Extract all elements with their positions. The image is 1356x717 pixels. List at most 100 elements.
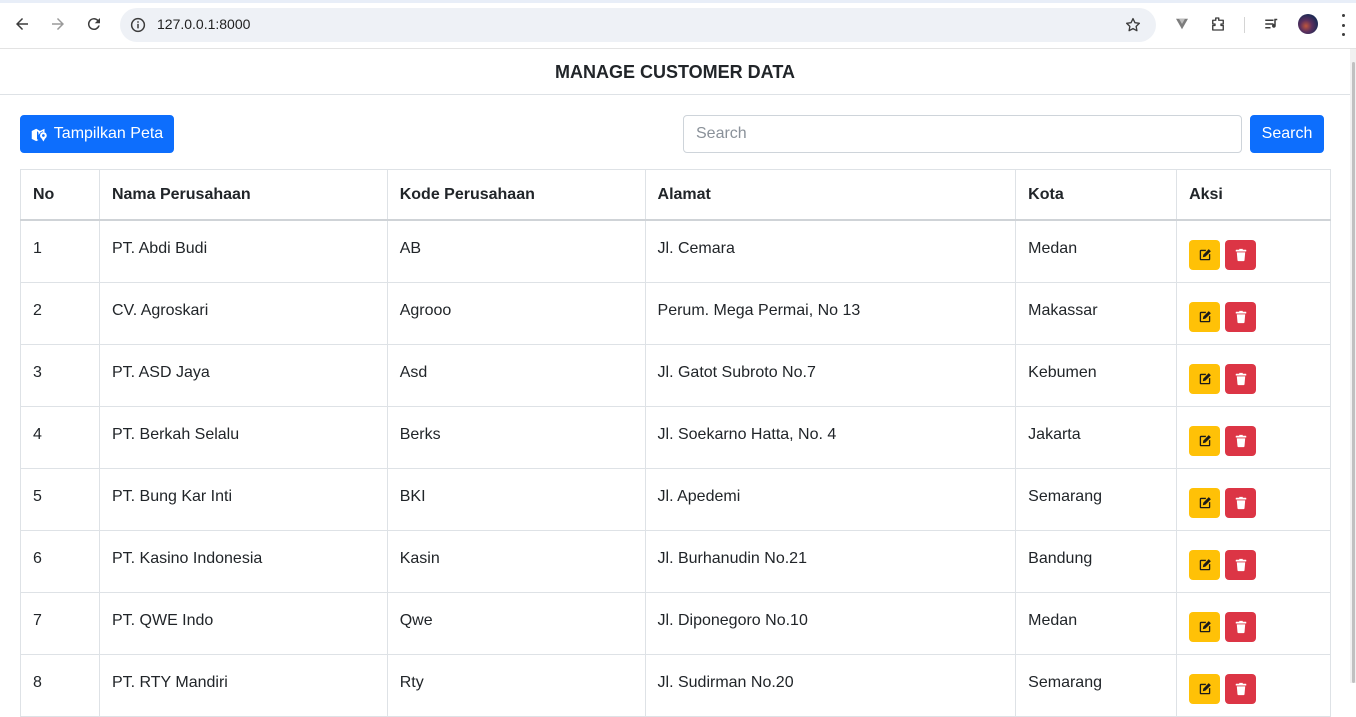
- table-row: 3 PT. ASD Jaya Asd Jl. Gatot Subroto No.7 Ke…: [20, 344, 1331, 407]
- map-icon: [31, 128, 47, 142]
- cell-alamat: Jl. Apedemi: [644, 468, 1017, 531]
- delete-button[interactable]: [1225, 673, 1257, 704]
- table-row: 4 PT. Berkah Selalu Berks Jl. Soekarno Hatt…: [20, 406, 1331, 469]
- browser-menu-icon[interactable]: [1336, 14, 1350, 36]
- cell-kota: Jakarta: [1015, 406, 1178, 469]
- cell-no: 1: [20, 219, 100, 283]
- browser-toolbar: 127.0.0.1:8000: [0, 0, 1356, 49]
- scrollbar-thumb[interactable]: [1352, 62, 1355, 683]
- edit-icon: [1199, 248, 1211, 260]
- trash-icon: [1235, 620, 1246, 633]
- cell-kota: Kebumen: [1015, 344, 1178, 407]
- cell-kode-perusahaan: Rty: [386, 654, 646, 717]
- toolbar-divider: [1244, 17, 1245, 33]
- cell-nama-perusahaan: PT. Bung Kar Inti: [98, 468, 388, 531]
- edit-icon: [1199, 496, 1211, 508]
- cell-kota: Medan: [1015, 592, 1178, 655]
- profile-avatar[interactable]: [1298, 14, 1318, 34]
- cell-kota: Semarang: [1015, 468, 1178, 531]
- delete-button[interactable]: [1225, 487, 1257, 518]
- cell-nama-perusahaan: PT. QWE Indo: [98, 592, 388, 655]
- edit-button[interactable]: [1189, 363, 1221, 394]
- cell-kode-perusahaan: AB: [386, 219, 646, 283]
- trash-icon: [1235, 434, 1246, 447]
- cell-kode-perusahaan: BKI: [386, 468, 646, 531]
- col-header-alamat: Alamat: [644, 169, 1017, 221]
- delete-button[interactable]: [1225, 425, 1257, 456]
- delete-button[interactable]: [1225, 363, 1257, 394]
- delete-button[interactable]: [1225, 549, 1257, 580]
- cell-no: 5: [20, 468, 100, 531]
- media-queue-icon[interactable]: [1262, 14, 1282, 34]
- edit-button[interactable]: [1189, 611, 1221, 642]
- extensions-puzzle-icon[interactable]: [1208, 14, 1228, 34]
- table-header-row: No Nama Perusahaan Kode Perusahaan Alama…: [20, 169, 1331, 221]
- cell-no: 4: [20, 406, 100, 469]
- show-map-button[interactable]: Tampilkan Peta: [20, 115, 174, 153]
- cell-aksi: [1176, 592, 1331, 655]
- edit-icon: [1199, 682, 1211, 694]
- edit-button[interactable]: [1189, 549, 1221, 580]
- trash-icon: [1235, 682, 1246, 695]
- bookmark-star-icon[interactable]: [1124, 16, 1142, 34]
- edit-icon: [1199, 310, 1211, 322]
- col-header-no: No: [20, 169, 100, 221]
- cell-alamat: Jl. Gatot Subroto No.7: [644, 344, 1017, 407]
- edit-button[interactable]: [1189, 239, 1221, 270]
- search-button-label: Search: [1261, 125, 1313, 142]
- delete-button[interactable]: [1225, 611, 1257, 642]
- search-input[interactable]: [683, 115, 1242, 153]
- edit-icon: [1199, 558, 1211, 570]
- col-header-kode-perusahaan: Kode Perusahaan: [386, 169, 646, 221]
- cell-nama-perusahaan: PT. Abdi Budi: [98, 219, 388, 283]
- address-bar[interactable]: 127.0.0.1:8000: [120, 8, 1156, 42]
- cell-aksi: [1176, 282, 1331, 345]
- show-map-label: Tampilkan Peta: [53, 125, 164, 142]
- url-text[interactable]: 127.0.0.1:8000: [157, 16, 250, 32]
- cell-aksi: [1176, 219, 1331, 283]
- page-title: MANAGE CUSTOMER DATA: [0, 49, 1350, 95]
- cell-kota: Medan: [1015, 219, 1178, 283]
- reload-icon[interactable]: [82, 12, 106, 36]
- col-header-aksi: Aksi: [1176, 169, 1331, 221]
- cell-alamat: Jl. Cemara: [644, 219, 1017, 283]
- cell-aksi: [1176, 530, 1331, 593]
- trash-icon: [1235, 248, 1246, 261]
- cell-alamat: Jl. Burhanudin No.21: [644, 530, 1017, 593]
- cell-alamat: Jl. Sudirman No.20: [644, 654, 1017, 717]
- table-row: 8 PT. RTY Mandiri Rty Jl. Sudirman No.20 Sem…: [20, 654, 1331, 717]
- edit-button[interactable]: [1189, 673, 1221, 704]
- cell-alamat: Jl. Soekarno Hatta, No. 4: [644, 406, 1017, 469]
- search-button[interactable]: Search: [1250, 115, 1324, 153]
- cell-kota: Makassar: [1015, 282, 1178, 345]
- edit-icon: [1199, 372, 1211, 384]
- forward-icon[interactable]: [46, 12, 70, 36]
- edit-icon: [1199, 434, 1211, 446]
- extension-v-icon[interactable]: [1172, 14, 1192, 34]
- table-body: 1 PT. Abdi Budi AB Jl. Cemara Medan 2 CV. Agro…: [20, 219, 1331, 717]
- edit-button[interactable]: [1189, 487, 1221, 518]
- trash-icon: [1235, 310, 1246, 323]
- delete-button[interactable]: [1225, 239, 1257, 270]
- cell-kota: Bandung: [1015, 530, 1178, 593]
- customer-table: No Nama Perusahaan Kode Perusahaan Alama…: [20, 169, 1331, 717]
- edit-icon: [1199, 620, 1211, 632]
- cell-nama-perusahaan: PT. Berkah Selalu: [98, 406, 388, 469]
- delete-button[interactable]: [1225, 301, 1257, 332]
- cell-no: 6: [20, 530, 100, 593]
- cell-alamat: Perum. Mega Permai, No 13: [644, 282, 1017, 345]
- cell-nama-perusahaan: PT. ASD Jaya: [98, 344, 388, 407]
- site-info-icon[interactable]: [129, 16, 147, 34]
- cell-kode-perusahaan: Qwe: [386, 592, 646, 655]
- trash-icon: [1235, 558, 1246, 571]
- edit-button[interactable]: [1189, 301, 1221, 332]
- cell-no: 7: [20, 592, 100, 655]
- cell-aksi: [1176, 468, 1331, 531]
- back-icon[interactable]: [10, 12, 34, 36]
- trash-icon: [1235, 496, 1246, 509]
- edit-button[interactable]: [1189, 425, 1221, 456]
- table-row: 1 PT. Abdi Budi AB Jl. Cemara Medan: [20, 219, 1331, 283]
- cell-kode-perusahaan: Kasin: [386, 530, 646, 593]
- cell-kota: Semarang: [1015, 654, 1178, 717]
- cell-no: 2: [20, 282, 100, 345]
